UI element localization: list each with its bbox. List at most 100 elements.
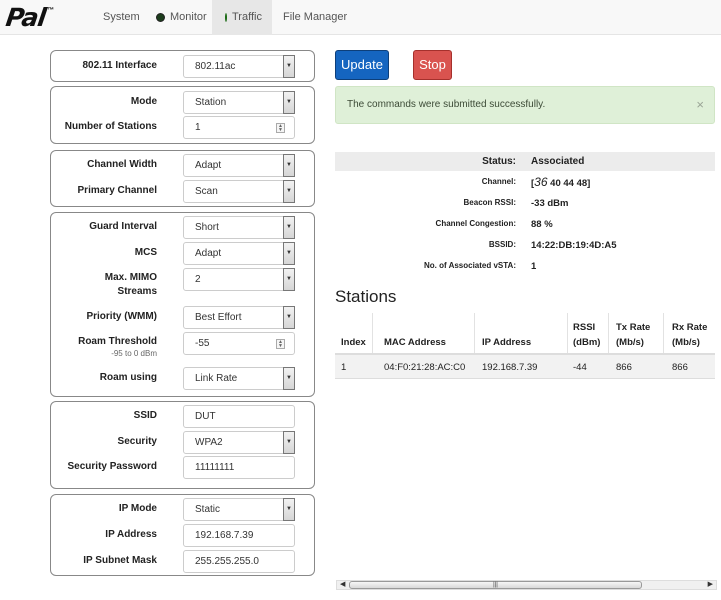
chevron-down-icon[interactable]: ▼	[283, 431, 295, 454]
chevron-down-icon[interactable]: ▼	[283, 216, 295, 239]
header-tx-line1: Tx Rate	[616, 322, 651, 333]
scroll-left-icon[interactable]: ◀	[340, 580, 345, 588]
guard-interval-value: Short	[195, 222, 219, 233]
vsta-key: No. of Associated vSTA:	[423, 261, 516, 270]
brand-logo[interactable]: Pal ™	[4, 3, 55, 32]
primary-channel-select[interactable]: Scan ▼	[183, 180, 295, 203]
bssid-row: BSSID: 14:22:DB:19:4D:A5	[335, 236, 715, 255]
roam-using-value: Link Rate	[195, 373, 238, 384]
ip-panel: IP Mode Static ▼ IP Address 192.168.7.39…	[50, 494, 315, 576]
tab-file-manager[interactable]: File Manager	[270, 0, 360, 35]
interface-label: 802.11 Interface	[82, 60, 158, 71]
header-index: Index	[341, 337, 366, 348]
password-label: Security Password	[67, 461, 157, 472]
mcs-label: MCS	[134, 247, 157, 258]
channel-width-label: Channel Width	[87, 159, 157, 170]
guard-interval-select[interactable]: Short ▼	[183, 216, 295, 239]
chevron-down-icon[interactable]: ▼	[283, 367, 295, 390]
mode-label: Mode	[130, 96, 157, 107]
chevron-down-icon[interactable]: ▼	[283, 154, 295, 177]
subnet-label: IP Subnet Mask	[83, 555, 157, 566]
cell-index: 1	[341, 362, 347, 373]
channel-row: Channel: [36 40 44 48]	[335, 173, 715, 192]
mimo-select[interactable]: 2 ▼	[183, 268, 295, 291]
chevron-down-icon[interactable]: ▼	[283, 306, 295, 329]
close-icon[interactable]: ×	[696, 87, 704, 123]
tab-label: File Manager	[283, 11, 348, 23]
mcs-select[interactable]: Adapt ▼	[183, 242, 295, 265]
chevron-down-icon[interactable]: ▼	[283, 180, 295, 203]
interface-select[interactable]: 802.11ac ▼	[183, 55, 295, 78]
ssid-value: DUT	[195, 411, 216, 422]
password-input[interactable]: 11111111	[183, 456, 295, 479]
radio-panel: Guard Interval Short ▼ MCS Adapt ▼ Max. …	[50, 212, 315, 397]
ssid-input[interactable]: DUT	[183, 405, 295, 428]
guard-interval-label: Guard Interval	[89, 221, 157, 232]
interface-value: 802.11ac	[195, 61, 236, 72]
roam-using-select[interactable]: Link Rate ▼	[183, 367, 295, 390]
primary-channel-number: 36	[534, 175, 548, 189]
num-stations-stepper[interactable]: 1 ▲ ▼	[183, 116, 295, 139]
congestion-row: Channel Congestion: 88 %	[335, 215, 715, 234]
mimo-label-line2: Streams	[117, 286, 157, 297]
table-row[interactable]: 1 04:F0:21:28:AC:C0 192.168.7.39 -44 866…	[335, 355, 715, 379]
congestion-key: Channel Congestion:	[435, 219, 516, 228]
vsta-value: 1	[531, 261, 537, 272]
chevron-down-icon[interactable]: ▼	[283, 242, 295, 265]
mimo-label-line1: Max. MIMO	[104, 272, 157, 283]
spinner-arrows-icon[interactable]: ▲ ▼	[276, 123, 285, 133]
update-button[interactable]: Update	[335, 50, 389, 80]
mode-value: Station	[195, 97, 227, 108]
cell-mac: 04:F0:21:28:AC:C0	[384, 362, 466, 373]
ssid-label: SSID	[133, 410, 157, 421]
channel-key: Channel:	[481, 177, 516, 186]
subnet-value: 255.255.255.0	[195, 556, 259, 567]
primary-channel-label: Primary Channel	[77, 185, 157, 196]
mode-select[interactable]: Station ▼	[183, 91, 295, 114]
roam-threshold-label: Roam Threshold	[78, 336, 157, 347]
ip-address-label: IP Address	[105, 529, 157, 540]
channel-width-select[interactable]: Adapt ▼	[183, 154, 295, 177]
subnet-input[interactable]: 255.255.255.0	[183, 550, 295, 573]
chevron-down-icon[interactable]: ▼	[283, 91, 295, 114]
password-value: 11111111	[195, 462, 235, 473]
tab-label: System	[103, 11, 140, 23]
tab-traffic[interactable]: Traffic	[212, 0, 272, 35]
bssid-key: BSSID:	[488, 240, 516, 249]
status-dot-icon	[225, 13, 227, 22]
roam-threshold-hint: -95 to 0 dBm	[111, 349, 157, 358]
scroll-right-icon[interactable]: ▶	[708, 580, 713, 588]
status-key: Status:	[482, 156, 516, 167]
roam-using-label: Roam using	[99, 372, 157, 383]
header-tx-line2: (Mb/s)	[616, 337, 644, 348]
stop-button[interactable]: Stop	[413, 50, 452, 80]
status-value: Associated	[531, 156, 585, 167]
logo-text: Pal	[4, 3, 48, 32]
security-select[interactable]: WPA2 ▼	[183, 431, 295, 454]
header-rx-line2: (Mb/s)	[672, 337, 700, 348]
trademark: ™	[47, 7, 55, 14]
chevron-down-icon[interactable]: ▼	[283, 268, 295, 291]
horizontal-scrollbar[interactable]: ◀ ||| ▶	[336, 580, 717, 590]
priority-value: Best Effort	[195, 312, 242, 323]
roam-threshold-value: -55	[195, 338, 210, 349]
priority-select[interactable]: Best Effort ▼	[183, 306, 295, 329]
security-panel: SSID DUT Security WPA2 ▼ Security Passwo…	[50, 401, 315, 489]
roam-threshold-stepper[interactable]: -55 ▲ ▼	[183, 332, 295, 355]
tab-monitor[interactable]: Monitor	[143, 0, 220, 35]
channel-value: [36 40 44 48]	[531, 175, 590, 189]
ip-mode-select[interactable]: Static ▼	[183, 498, 295, 521]
chevron-down-icon[interactable]: ▼	[283, 498, 295, 521]
ip-address-input[interactable]: 192.168.7.39	[183, 524, 295, 547]
success-alert: The commands were submitted successfully…	[335, 86, 715, 124]
top-navbar: Pal ™ System Monitor Traffic File Manage…	[0, 0, 721, 35]
ip-mode-value: Static	[195, 504, 221, 515]
mode-panel: Mode Station ▼ Number of Stations 1 ▲ ▼	[50, 86, 315, 144]
alert-message: The commands were submitted successfully…	[347, 99, 546, 110]
chevron-down-icon[interactable]: ▼	[283, 55, 295, 78]
bssid-value: 14:22:DB:19:4D:A5	[531, 240, 617, 251]
rssi-row: Beacon RSSI: -33 dBm	[335, 194, 715, 213]
vsta-row: No. of Associated vSTA: 1	[335, 257, 715, 276]
scrollbar-thumb[interactable]: |||	[349, 581, 642, 589]
spinner-arrows-icon[interactable]: ▲ ▼	[276, 339, 285, 349]
